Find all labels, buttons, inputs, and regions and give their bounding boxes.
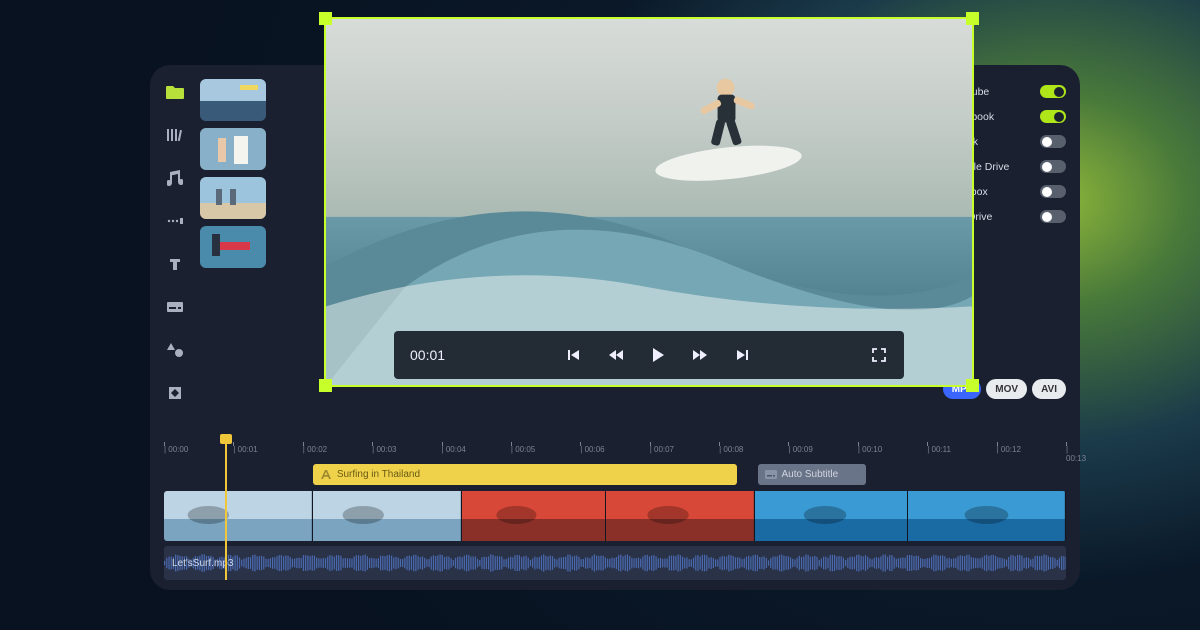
video-clip[interactable] <box>908 491 1066 541</box>
folder-icon[interactable] <box>164 81 186 103</box>
toggle-switch[interactable] <box>1040 85 1066 98</box>
video-clip[interactable] <box>313 491 462 541</box>
audio-clip-label: Let'sSurf.mp3 <box>172 558 233 569</box>
auto-subtitle-label: Auto Subtitle <box>782 469 839 480</box>
time-tick: | 00:08 <box>719 445 743 454</box>
audio-track[interactable]: Let'sSurf.mp3 <box>164 546 1066 580</box>
time-tick: | 00:12 <box>997 445 1021 454</box>
skip-start-button[interactable] <box>565 346 583 364</box>
time-tick: | 00:01 <box>233 445 257 454</box>
resize-handle[interactable] <box>966 379 979 392</box>
time-tick: | 00:00 <box>164 445 188 454</box>
playback-controls: 00:01 <box>394 331 904 379</box>
play-button[interactable] <box>649 346 667 364</box>
auto-subtitle-clip[interactable]: Auto Subtitle <box>758 464 866 485</box>
library-icon[interactable] <box>164 124 186 146</box>
music-icon[interactable] <box>164 167 186 189</box>
time-tick: | 00:03 <box>372 445 396 454</box>
transition-icon[interactable] <box>164 210 186 232</box>
timeline: | 00:00 | 00:01 | 00:02 | 00:03 | 00:04 | 00:… <box>164 445 1066 580</box>
toggle-switch[interactable] <box>1040 110 1066 123</box>
forward-button[interactable] <box>691 346 709 364</box>
time-tick: | 00:02 <box>303 445 327 454</box>
playhead[interactable] <box>225 442 227 580</box>
media-thumb[interactable] <box>200 226 266 268</box>
text-track[interactable]: Surfing in Thailand Auto Subtitle <box>164 464 1066 486</box>
toggle-switch[interactable] <box>1040 210 1066 223</box>
media-thumb[interactable] <box>200 79 266 121</box>
text-icon[interactable] <box>164 253 186 275</box>
resize-handle[interactable] <box>319 379 332 392</box>
time-tick: | 00:13 <box>1066 445 1086 463</box>
media-thumb[interactable] <box>200 128 266 170</box>
effects-icon[interactable] <box>164 382 186 404</box>
time-tick: | 00:06 <box>580 445 604 454</box>
video-editor-app: 00:01 YouTube Facebook <box>150 65 1080 590</box>
time-tick: | 00:05 <box>511 445 535 454</box>
toggle-switch[interactable] <box>1040 185 1066 198</box>
tool-sidebar <box>164 77 192 435</box>
current-time: 00:01 <box>410 347 445 363</box>
fullscreen-button[interactable] <box>870 346 888 364</box>
format-option[interactable]: MOV <box>986 379 1027 399</box>
media-thumb[interactable] <box>200 177 266 219</box>
video-clip[interactable] <box>606 491 755 541</box>
video-clip[interactable] <box>462 491 606 541</box>
text-clip-label: Surfing in Thailand <box>337 469 420 480</box>
upper-area: 00:01 YouTube Facebook <box>164 77 1066 435</box>
toggle-switch[interactable] <box>1040 135 1066 148</box>
preview-area: 00:01 <box>274 77 920 435</box>
preview-canvas[interactable]: 00:01 <box>324 17 974 387</box>
video-track[interactable] <box>164 491 1066 541</box>
resize-handle[interactable] <box>319 12 332 25</box>
text-clip[interactable]: Surfing in Thailand <box>313 464 737 485</box>
rewind-button[interactable] <box>607 346 625 364</box>
format-option[interactable]: AVI <box>1032 379 1066 399</box>
video-clip[interactable] <box>164 491 313 541</box>
format-selector: MP4 MOV AVI <box>928 379 1066 435</box>
waveform <box>164 546 1066 580</box>
time-ruler[interactable]: | 00:00 | 00:01 | 00:02 | 00:03 | 00:04 | 00:… <box>164 445 1066 459</box>
toggle-switch[interactable] <box>1040 160 1066 173</box>
time-tick: | 00:09 <box>788 445 812 454</box>
shapes-icon[interactable] <box>164 339 186 361</box>
video-clip[interactable] <box>755 491 908 541</box>
time-tick: | 00:11 <box>927 445 951 454</box>
resize-handle[interactable] <box>966 12 979 25</box>
subtitle-icon[interactable] <box>164 296 186 318</box>
skip-end-button[interactable] <box>733 346 751 364</box>
media-thumbnails <box>200 77 266 435</box>
time-tick: | 00:07 <box>650 445 674 454</box>
time-tick: | 00:04 <box>442 445 466 454</box>
time-tick: | 00:10 <box>858 445 882 454</box>
